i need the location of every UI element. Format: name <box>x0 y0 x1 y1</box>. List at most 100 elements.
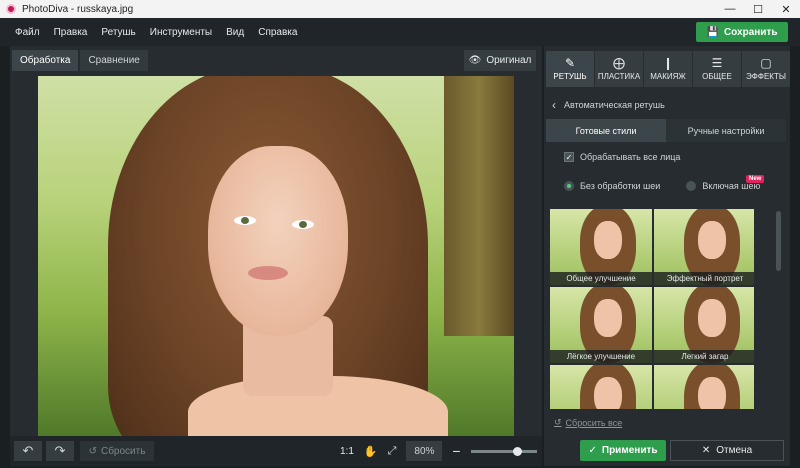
zoom-value[interactable]: 80% <box>406 441 443 461</box>
menu-view[interactable]: Вид <box>219 27 251 38</box>
effects-icon: ▢ <box>760 56 772 70</box>
menu-file[interactable]: Файл <box>8 27 47 38</box>
close-icon: ✕ <box>701 445 711 456</box>
radio-with-neck[interactable] <box>686 181 697 191</box>
zoom-out-icon[interactable]: − <box>452 443 460 459</box>
menu-bar: Файл Правка Ретушь Инструменты Вид Справ… <box>0 18 800 46</box>
window-controls: — ☐ ✕ <box>716 0 800 18</box>
zoom-slider[interactable] <box>470 446 537 456</box>
view-tabs: Обработка Сравнение <box>12 50 148 71</box>
tab-general[interactable]: ☰ ОБЩЕЕ <box>693 51 741 87</box>
preset-scrollbar[interactable] <box>776 211 781 271</box>
tab-liquify[interactable]: ⨁ ПЛАСТИКА <box>595 51 643 87</box>
style-subtabs: Готовые стили Ручные настройки <box>546 119 786 142</box>
process-all-faces-row[interactable]: ✓ Обрабатывать все лица <box>564 152 680 162</box>
undo-icon: ↶ <box>22 443 34 458</box>
preset-6[interactable] <box>654 365 754 409</box>
maximize-button[interactable]: ☐ <box>744 0 772 18</box>
photo-face <box>208 146 348 336</box>
app-icon <box>6 4 16 14</box>
minimize-button[interactable]: — <box>716 0 744 18</box>
reset-all-icon: ↺ <box>554 417 562 427</box>
zoom-1to1-button[interactable]: 1:1 <box>340 446 354 457</box>
tab-effects-label: ЭФФЕКТЫ <box>746 72 786 81</box>
redo-button[interactable]: ↷ <box>46 441 74 461</box>
preset-label: Лёгкое улучшение <box>550 350 652 363</box>
save-button[interactable]: 💾 Сохранить <box>696 22 788 42</box>
window-title: PhotoDiva - russkaya.jpg <box>22 3 134 15</box>
preset-effect-portrait[interactable]: Эффектный портрет <box>654 209 754 285</box>
reset-button[interactable]: ↺ Сбросить <box>80 441 154 461</box>
apply-button-label: Применить <box>601 445 658 456</box>
tab-ready-styles[interactable]: Готовые стили <box>546 119 666 142</box>
tab-makeup[interactable]: ❙ МАКИЯЖ <box>644 51 692 87</box>
preset-light-improvement[interactable]: Лёгкое улучшение <box>550 287 652 363</box>
reset-button-label: Сбросить <box>100 445 146 457</box>
tab-retouch-label: РЕТУШЬ <box>553 72 587 81</box>
makeup-icon: ❙ <box>662 56 674 70</box>
preset-grid: Общее улучшение Эффектный портрет Лёгкое… <box>550 209 754 409</box>
tab-compare[interactable]: Сравнение <box>80 50 148 71</box>
preset-light-tan[interactable]: Легкий загар <box>654 287 754 363</box>
cancel-button-label: Отмена <box>716 445 753 456</box>
thumb-face <box>698 299 726 337</box>
canvas-panel: Обработка Сравнение 👁 Оригинал <box>10 46 542 436</box>
check-icon: ✓ <box>588 445 597 456</box>
photo-eye-right <box>292 220 314 229</box>
tab-retouch[interactable]: ✎ РЕТУШЬ <box>546 51 594 87</box>
thumb-face <box>698 221 726 259</box>
thumb-face <box>594 377 622 409</box>
close-button[interactable]: ✕ <box>772 0 800 18</box>
back-chevron-icon[interactable]: ‹ <box>552 98 556 112</box>
cancel-button[interactable]: ✕ Отмена <box>670 440 784 461</box>
eye-icon: 👁 <box>468 55 482 66</box>
reset-all-label: Сбросить все <box>565 417 623 428</box>
breadcrumb: ‹ Автоматическая ретушь <box>552 98 665 112</box>
reset-icon: ↺ <box>88 445 97 457</box>
tab-general-label: ОБЩЕЕ <box>702 72 732 81</box>
menu-help[interactable]: Справка <box>251 27 304 38</box>
fit-screen-icon[interactable]: ⤢ <box>388 445 397 458</box>
save-button-label: Сохранить <box>723 26 778 38</box>
process-all-faces-label: Обрабатывать все лица <box>580 152 681 162</box>
tab-effects[interactable]: ▢ ЭФФЕКТЫ <box>742 51 790 87</box>
menu-retouch[interactable]: Ретушь <box>94 27 142 38</box>
retouch-icon: ✎ <box>564 56 576 70</box>
retouch-panel: ✎ РЕТУШЬ ⨁ ПЛАСТИКА ❙ МАКИЯЖ ☰ ОБЩЕЕ ▢ Э… <box>544 46 790 466</box>
bottom-toolbar: ↶ ↷ ↺ Сбросить 1:1 ✋ ⤢ 80% − + <box>10 436 555 466</box>
thumb-face <box>698 377 726 409</box>
preset-label: Общее улучшение <box>550 272 652 285</box>
photo-lips <box>248 266 288 280</box>
original-button[interactable]: 👁 Оригинал <box>464 50 536 71</box>
liquify-icon: ⨁ <box>613 56 625 70</box>
category-tabs: ✎ РЕТУШЬ ⨁ ПЛАСТИКА ❙ МАКИЯЖ ☰ ОБЩЕЕ ▢ Э… <box>546 51 790 87</box>
thumb-face <box>594 221 622 259</box>
photo-eye-left <box>234 216 256 225</box>
tab-makeup-label: МАКИЯЖ <box>650 72 686 81</box>
hand-icon[interactable]: ✋ <box>364 445 378 458</box>
save-icon: 💾 <box>706 26 719 38</box>
tab-manual-settings[interactable]: Ручные настройки <box>666 119 786 142</box>
breadcrumb-title: Автоматическая ретушь <box>564 100 665 110</box>
photo-canvas[interactable] <box>38 76 514 436</box>
title-bar: PhotoDiva - russkaya.jpg — ☐ ✕ <box>0 0 800 18</box>
sliders-icon: ☰ <box>711 56 723 70</box>
zoom-slider-knob[interactable] <box>512 446 522 456</box>
process-all-faces-checkbox[interactable]: ✓ <box>564 152 574 162</box>
tab-liquify-label: ПЛАСТИКА <box>597 72 641 81</box>
radio-no-neck[interactable] <box>564 181 574 191</box>
new-badge: New <box>746 175 765 183</box>
apply-button[interactable]: ✓ Применить <box>580 440 666 461</box>
preset-label: Легкий загар <box>654 350 754 363</box>
photo-tree <box>444 76 514 336</box>
undo-button[interactable]: ↶ <box>14 441 42 461</box>
reset-all-link[interactable]: ↺ Сбросить все <box>554 417 622 428</box>
neck-option-row: Без обработки шеи Включая шею <box>564 181 760 191</box>
menu-edit[interactable]: Правка <box>47 27 95 38</box>
preset-label: Эффектный портрет <box>654 272 754 285</box>
preset-general-improvement[interactable]: Общее улучшение <box>550 209 652 285</box>
preset-5[interactable] <box>550 365 652 409</box>
tab-processing[interactable]: Обработка <box>12 50 79 71</box>
zoom-controls: 1:1 ✋ ⤢ 80% − + <box>340 441 555 461</box>
menu-tools[interactable]: Инструменты <box>143 27 219 38</box>
